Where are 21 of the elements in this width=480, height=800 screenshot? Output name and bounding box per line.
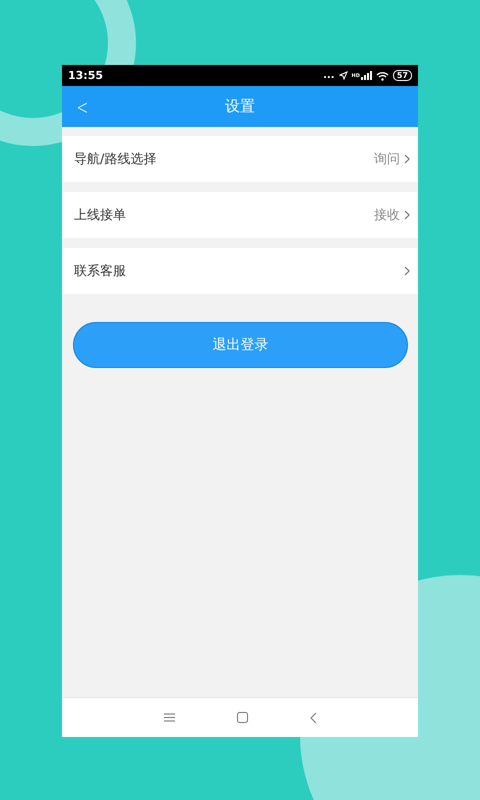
location-arrow-icon xyxy=(338,71,348,80)
more-notifications: ... xyxy=(323,72,335,80)
clock: 13:55 xyxy=(68,69,104,82)
chevron-right-icon xyxy=(404,266,410,276)
battery-indicator: 57 xyxy=(392,70,412,81)
page-title: 设置 xyxy=(225,97,255,116)
settings-row[interactable]: 导航/路线选择 询问 xyxy=(62,136,418,182)
home-icon[interactable] xyxy=(236,712,248,723)
chevron-right-icon xyxy=(404,210,410,220)
signal-icon xyxy=(360,71,372,80)
menu-icon[interactable] xyxy=(164,713,174,722)
setting-label: 导航/路线选择 xyxy=(74,151,158,168)
chevron-right-icon xyxy=(404,154,410,164)
settings-row[interactable]: 联系客服 xyxy=(62,248,418,294)
back-icon[interactable] xyxy=(310,712,316,724)
setting-label: 联系客服 xyxy=(74,263,127,280)
wifi-icon xyxy=(376,70,389,80)
settings-row[interactable]: 上线接单 接收 xyxy=(62,192,418,238)
setting-value: 接收 xyxy=(374,208,400,223)
setting-label: 上线接单 xyxy=(74,207,127,224)
setting-value: 询问 xyxy=(374,152,400,167)
